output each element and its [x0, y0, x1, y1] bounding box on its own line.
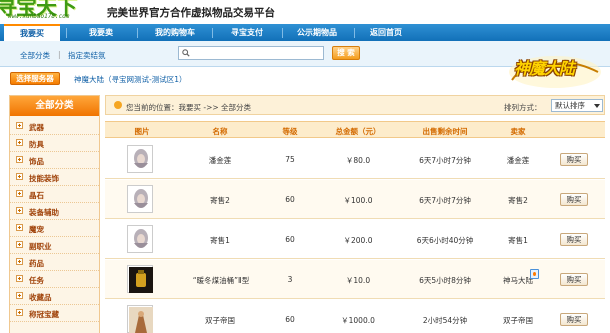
chevron-down-icon: [594, 104, 600, 108]
expand-icon: [16, 241, 23, 248]
game-banner-logo: 神魔大陆: [506, 50, 604, 92]
table-row: 双子帝国 60 ￥1000.0 2小时54分钟 双子帝国 购买: [105, 300, 605, 333]
site-logo[interactable]: 寻宝天下 www.xunbao178.com: [0, 0, 103, 24]
sublink-all-categories[interactable]: 全部分类: [20, 50, 50, 61]
server-name: 神魔大陆（寻宝网测试-测试区1）: [74, 75, 187, 84]
expand-icon: [16, 173, 23, 180]
location-icon: [114, 101, 122, 109]
category-item[interactable]: 饰品: [10, 152, 99, 169]
category-item[interactable]: 副职业: [10, 237, 99, 254]
expand-icon: [16, 275, 23, 282]
nav-buy[interactable]: 我要买: [4, 24, 60, 41]
item-image[interactable]: [127, 185, 153, 213]
col-time: 出售剩余时间: [422, 127, 468, 136]
category-item[interactable]: 任务: [10, 271, 99, 288]
expand-icon: [16, 156, 23, 163]
category-item[interactable]: 武器: [10, 118, 99, 135]
nav-pay[interactable]: 寻宝支付: [216, 24, 278, 41]
nav-public-items[interactable]: 公示期物品: [284, 24, 350, 41]
search-button[interactable]: 搜 索: [332, 46, 360, 60]
nav-cart[interactable]: 我的购物车: [142, 24, 208, 41]
table-row: 寄售2 60 ￥100.0 6天7小时7分钟 寄售2 购买: [105, 180, 605, 219]
expand-icon: [16, 139, 23, 146]
item-image[interactable]: [127, 225, 153, 253]
col-image: 图片: [134, 127, 150, 136]
expand-icon: [16, 224, 23, 231]
main-nav: 我要买 我要卖 我的购物车 寻宝支付 公示期物品 返回首页: [0, 24, 610, 41]
category-item[interactable]: 防具: [10, 135, 99, 152]
table-row: “暖冬煤油桶”Ⅱ型 3 ￥10.0 6天5小时8分钟 神马大陆 购买: [105, 260, 605, 299]
nav-home[interactable]: 返回首页: [356, 24, 416, 41]
table-header: 图片 名称 等级 总金额（元） 出售剩余时间 卖家: [105, 121, 605, 138]
col-name: 名称: [212, 127, 228, 136]
category-item[interactable]: 装备辅助: [10, 203, 99, 220]
col-price: 总金额（元）: [335, 127, 381, 136]
search-icon: [182, 49, 190, 57]
page-root: { "site":{"logo_text":"寻宝天下","logo_url_t…: [0, 0, 610, 333]
logo-url: www.xunbao178.com: [8, 13, 70, 20]
buy-button[interactable]: 购买: [560, 153, 588, 166]
category-item[interactable]: 魔宠: [10, 220, 99, 237]
sidebar-title: 全部分类: [10, 96, 99, 116]
breadcrumb-bar: 您当前的位置：我要买 ->> 全部分类 排列方式： 默认排序: [105, 95, 605, 115]
category-item[interactable]: 技能装饰: [10, 169, 99, 186]
expand-icon: [16, 190, 23, 197]
top-header: 寻宝天下 www.xunbao178.com 完美世界官方合作虚拟物品交易平台: [0, 0, 610, 24]
search-input[interactable]: [178, 46, 324, 60]
buy-button[interactable]: 购买: [560, 273, 588, 286]
table-row: 寄售1 60 ￥200.0 6天6小时40分钟 寄售1 购买: [105, 220, 605, 259]
banner-text: 神魔大陆: [514, 59, 575, 78]
col-level: 等级: [282, 127, 298, 136]
select-server-button[interactable]: 选择服务器: [10, 72, 60, 85]
category-item[interactable]: 称冠宝藏: [10, 305, 99, 322]
expand-icon: [16, 122, 23, 129]
category-item[interactable]: 药品: [10, 254, 99, 271]
expand-icon: [16, 207, 23, 214]
sort-select[interactable]: 默认排序: [551, 99, 603, 112]
item-image[interactable]: [127, 145, 153, 173]
expand-icon: [16, 292, 23, 299]
buy-button[interactable]: 购买: [560, 193, 588, 206]
sublink-specified[interactable]: 指定卖结氛: [68, 50, 106, 61]
nav-sell[interactable]: 我要卖: [71, 24, 131, 41]
item-image[interactable]: [127, 305, 153, 333]
site-slogan: 完美世界官方合作虚拟物品交易平台: [107, 7, 275, 19]
expand-icon: [16, 258, 23, 265]
category-sidebar: 全部分类 武器 防具 饰品 技能装饰 晶石 装备辅助 魔宠 副职业 药品 任务 …: [9, 95, 100, 333]
item-image[interactable]: [127, 265, 153, 293]
sort-label: 排列方式：: [504, 103, 542, 112]
buy-button[interactable]: 购买: [560, 233, 588, 246]
table-row: 潘金莲 75 ￥80.0 6天7小时7分钟 潘金莲 购买: [105, 140, 605, 179]
chat-icon[interactable]: [530, 269, 539, 279]
buy-button[interactable]: 购买: [560, 313, 588, 326]
category-item[interactable]: 收藏品: [10, 288, 99, 305]
breadcrumb: 您当前的位置：我要买 ->> 全部分类: [126, 103, 252, 112]
col-seller: 卖家: [510, 127, 526, 136]
expand-icon: [16, 309, 23, 316]
category-item[interactable]: 晶石: [10, 186, 99, 203]
